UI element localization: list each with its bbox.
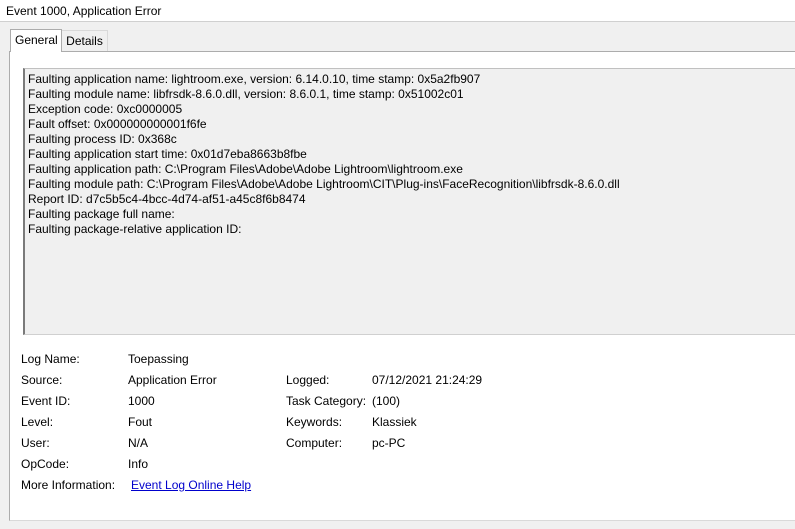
user-value: N/A <box>128 436 149 450</box>
event-log-online-help-link[interactable]: Event Log Online Help <box>131 478 251 492</box>
logged-value: 07/12/2021 21:24:29 <box>372 373 483 387</box>
description-line: Report ID: d7c5b5c4-4bcc-4d74-af51-a45c8… <box>28 192 306 206</box>
keywords-value: Klassiek <box>372 415 417 429</box>
opcode-label: OpCode: <box>21 457 70 471</box>
window-title: Event 1000, Application Error <box>6 4 162 18</box>
more-information-label: More Information: <box>21 478 116 492</box>
log-name-value: Toepassing <box>128 352 189 366</box>
user-label: User: <box>21 436 50 450</box>
logged-label: Logged: <box>286 373 330 387</box>
description-line: Faulting module name: libfrsdk-8.6.0.dll… <box>28 87 464 101</box>
tab-general[interactable]: General <box>10 29 62 52</box>
tab-details[interactable]: Details <box>62 30 108 51</box>
description-line: Faulting module path: C:\Program Files\A… <box>28 177 620 191</box>
description-line: Exception code: 0xc0000005 <box>28 102 183 116</box>
description-line: Faulting package full name: <box>28 207 175 221</box>
event-id-value: 1000 <box>128 394 155 408</box>
level-label: Level: <box>21 415 54 429</box>
task-category-value: (100) <box>372 394 401 408</box>
description-line: Faulting application start time: 0x01d7e… <box>28 147 307 161</box>
computer-value: pc-PC <box>372 436 406 450</box>
window-title-bar: Event 1000, Application Error <box>0 0 795 22</box>
event-id-label: Event ID: <box>21 394 71 408</box>
opcode-value: Info <box>128 457 149 471</box>
task-category-label: Task Category: <box>286 394 367 408</box>
computer-label: Computer: <box>286 436 343 450</box>
description-line: Faulting application path: C:\Program Fi… <box>28 162 463 176</box>
source-label: Source: <box>21 373 63 387</box>
description-line: Faulting package-relative application ID… <box>28 222 242 236</box>
log-name-label: Log Name: <box>21 352 80 366</box>
keywords-label: Keywords: <box>286 415 343 429</box>
level-value: Fout <box>128 415 153 429</box>
description-line: Fault offset: 0x000000000001f6fe <box>28 117 207 131</box>
description-line: Faulting process ID: 0x368c <box>28 132 177 146</box>
description-line: Faulting application name: lightroom.exe… <box>28 72 481 86</box>
event-description-box[interactable]: Faulting application name: lightroom.exe… <box>23 68 795 335</box>
source-value: Application Error <box>128 373 217 387</box>
